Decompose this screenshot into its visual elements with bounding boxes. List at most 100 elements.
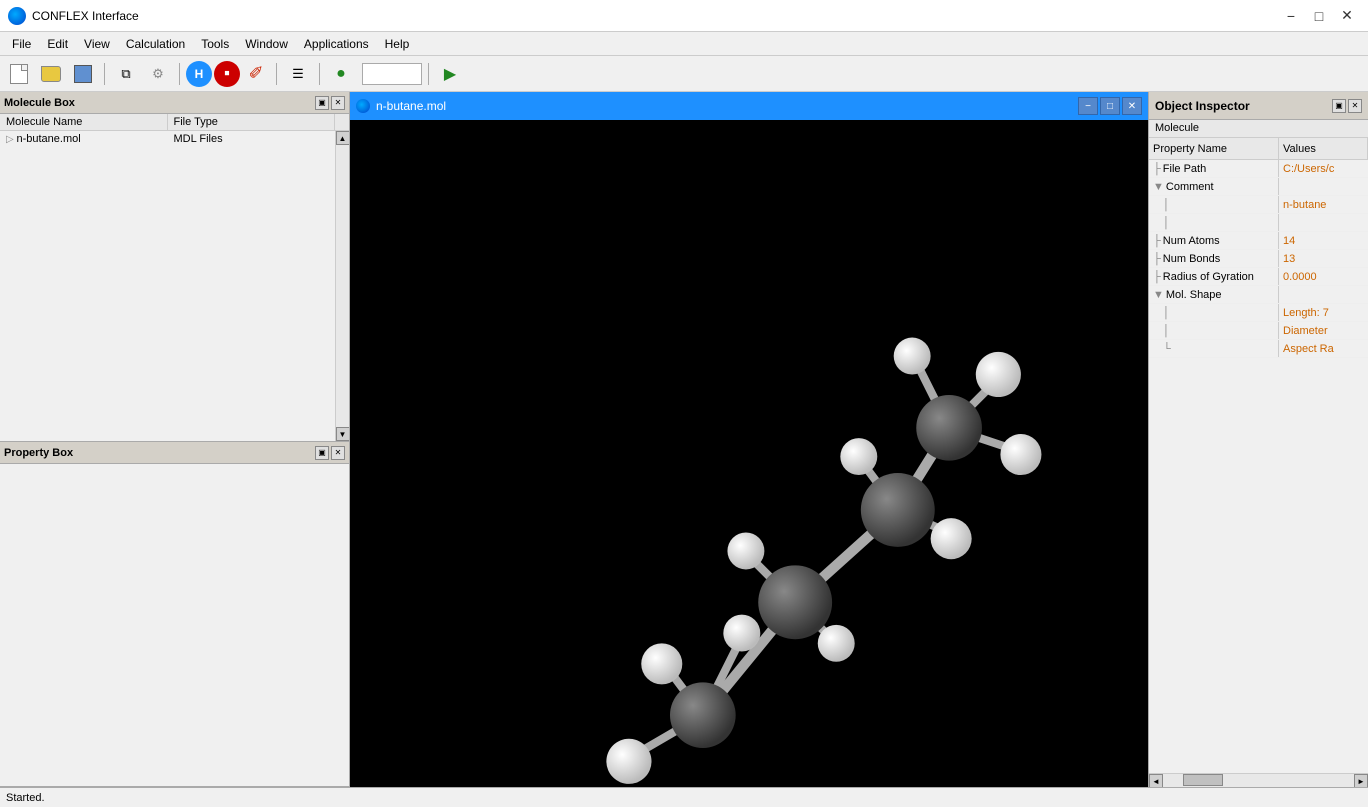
status-bar: Started. (0, 787, 1368, 807)
col-header-type[interactable]: File Type (168, 114, 336, 130)
run-icon: ✐ (248, 63, 263, 84)
hscroll-right-button[interactable]: ► (1354, 774, 1368, 787)
menu-tools[interactable]: Tools (193, 35, 237, 53)
inspector-col-values: Values (1279, 138, 1368, 159)
scroll-down-button[interactable]: ▼ (336, 427, 350, 441)
build-button[interactable]: ⚙ (143, 60, 173, 88)
insp-val-length: Length: 7 (1279, 304, 1368, 321)
hydrogen-button[interactable]: H (186, 61, 212, 87)
insp-val-comment (1279, 178, 1368, 195)
menu-calculation[interactable]: Calculation (118, 35, 193, 53)
inspector-header-controls: ▣ ✕ (1332, 99, 1362, 113)
toolbar-separator-2 (179, 63, 180, 85)
menu-bar: File Edit View Calculation Tools Window … (0, 32, 1368, 56)
insp-row-comment-val: │ n-butane (1149, 196, 1368, 214)
viewer-canvas[interactable] (350, 120, 1148, 787)
insp-val-rog: 0.0000 (1279, 268, 1368, 285)
scroll-up-button[interactable]: ▲ (336, 131, 350, 145)
viewer-minimize[interactable]: − (1078, 97, 1098, 115)
insp-row-rog: ├ Radius of Gyration 0.0000 (1149, 268, 1368, 286)
property-box-close[interactable]: ✕ (331, 446, 345, 460)
maximize-button[interactable]: □ (1306, 6, 1332, 26)
menu-file[interactable]: File (4, 35, 39, 53)
col-header-name[interactable]: Molecule Name (0, 114, 168, 130)
molecule-row-0[interactable]: ▷ n-butane.mol MDL Files (0, 131, 335, 147)
app-icon (8, 7, 26, 25)
new-doc-icon (10, 64, 28, 84)
inspector-title: Object Inspector (1155, 99, 1250, 113)
title-bar: CONFLEX Interface − □ ✕ (0, 0, 1368, 32)
molecule-viewer-svg (350, 120, 1148, 787)
molecule-box-restore[interactable]: ▣ (315, 96, 329, 110)
property-box-restore[interactable]: ▣ (315, 446, 329, 460)
insp-val-molshape (1279, 286, 1368, 303)
insp-name-comment: ▼ Comment (1149, 178, 1279, 195)
property-box-title: Property Box (4, 447, 73, 459)
insp-val-diameter: Diameter (1279, 322, 1368, 339)
molecule-table-header: Molecule Name File Type (0, 114, 349, 131)
insp-row-numbonds: ├ Num Bonds 13 (1149, 250, 1368, 268)
insp-val-empty (1279, 214, 1368, 231)
toolbar: ⧉ ⚙ H ⏹ ✐ ☰ ● ▶ (0, 56, 1368, 92)
window-controls: − □ ✕ (1278, 6, 1360, 26)
inspector-header: Object Inspector ▣ ✕ (1149, 92, 1368, 120)
status-text: Started. (6, 792, 45, 804)
menu-edit[interactable]: Edit (39, 35, 76, 53)
left-panel: Molecule Box ▣ ✕ Molecule Name File Type (0, 92, 350, 787)
scroll-spacer (335, 114, 349, 130)
inspector-table: Property Name Values ├ File Path C:/User… (1149, 138, 1368, 773)
molecule-table-content: ▷ n-butane.mol MDL Files (0, 131, 335, 441)
hscroll-track (1163, 774, 1354, 787)
inspector-restore[interactable]: ▣ (1332, 99, 1346, 113)
hscroll-left-button[interactable]: ◄ (1149, 774, 1163, 787)
inspector-close[interactable]: ✕ (1348, 99, 1362, 113)
menu-applications[interactable]: Applications (296, 35, 377, 53)
stop-button[interactable]: ⏹ (214, 61, 240, 87)
close-button[interactable]: ✕ (1334, 6, 1360, 26)
inspector-col-headers: Property Name Values (1149, 138, 1368, 160)
viewer-restore[interactable]: □ (1100, 97, 1120, 115)
menu-window[interactable]: Window (237, 35, 296, 53)
inspector-hscrollbar: ◄ ► (1149, 773, 1368, 787)
insp-row-diameter: │ Diameter (1149, 322, 1368, 340)
viewer-title-area: n-butane.mol (356, 99, 446, 113)
list-icon: ☰ (292, 66, 304, 82)
insp-name-aspectratio: └ (1149, 340, 1279, 357)
insp-row-comment[interactable]: ▼ Comment (1149, 178, 1368, 196)
molecule-box-title: Molecule Box (4, 97, 75, 109)
molecule-box-controls: ▣ ✕ (315, 96, 345, 110)
insp-val-numbonds: 13 (1279, 250, 1368, 267)
save-button[interactable] (68, 60, 98, 88)
toolbar-separator-1 (104, 63, 105, 85)
insp-val-numatoms: 14 (1279, 232, 1368, 249)
molecule-box-close[interactable]: ✕ (331, 96, 345, 110)
run-button[interactable]: ✐ (242, 61, 270, 87)
hscroll-thumb[interactable] (1183, 774, 1223, 786)
save-icon (74, 65, 92, 83)
copy-button[interactable]: ⧉ (111, 60, 141, 88)
list-button[interactable]: ☰ (283, 60, 313, 88)
sphere-button[interactable]: ● (326, 60, 356, 88)
insp-row-comment-empty: │ (1149, 214, 1368, 232)
app-title: CONFLEX Interface (32, 9, 139, 23)
insp-row-aspectratio: └ Aspect Ra (1149, 340, 1368, 358)
menu-view[interactable]: View (76, 35, 118, 53)
molecule-box-scrollbar: ▲ ▼ (335, 131, 349, 441)
insp-val-comment-val: n-butane (1279, 196, 1368, 213)
sphere-icon: ● (336, 65, 346, 83)
insp-row-molshape[interactable]: ▼ Mol. Shape (1149, 286, 1368, 304)
insp-row-numatoms: ├ Num Atoms 14 (1149, 232, 1368, 250)
viewer-close[interactable]: ✕ (1122, 97, 1142, 115)
viewer-window-controls: − □ ✕ (1078, 97, 1142, 115)
open-button[interactable] (36, 60, 66, 88)
play-button[interactable]: ▶ (435, 60, 465, 88)
open-icon (41, 66, 61, 82)
property-box-content (0, 464, 349, 786)
minimize-button[interactable]: − (1278, 6, 1304, 26)
molecule-box: Molecule Box ▣ ✕ Molecule Name File Type (0, 92, 349, 442)
insp-name-empty: │ (1149, 214, 1279, 231)
toolbar-separator-3 (276, 63, 277, 85)
menu-help[interactable]: Help (377, 35, 418, 53)
input-field[interactable] (362, 63, 422, 85)
new-button[interactable] (4, 60, 34, 88)
